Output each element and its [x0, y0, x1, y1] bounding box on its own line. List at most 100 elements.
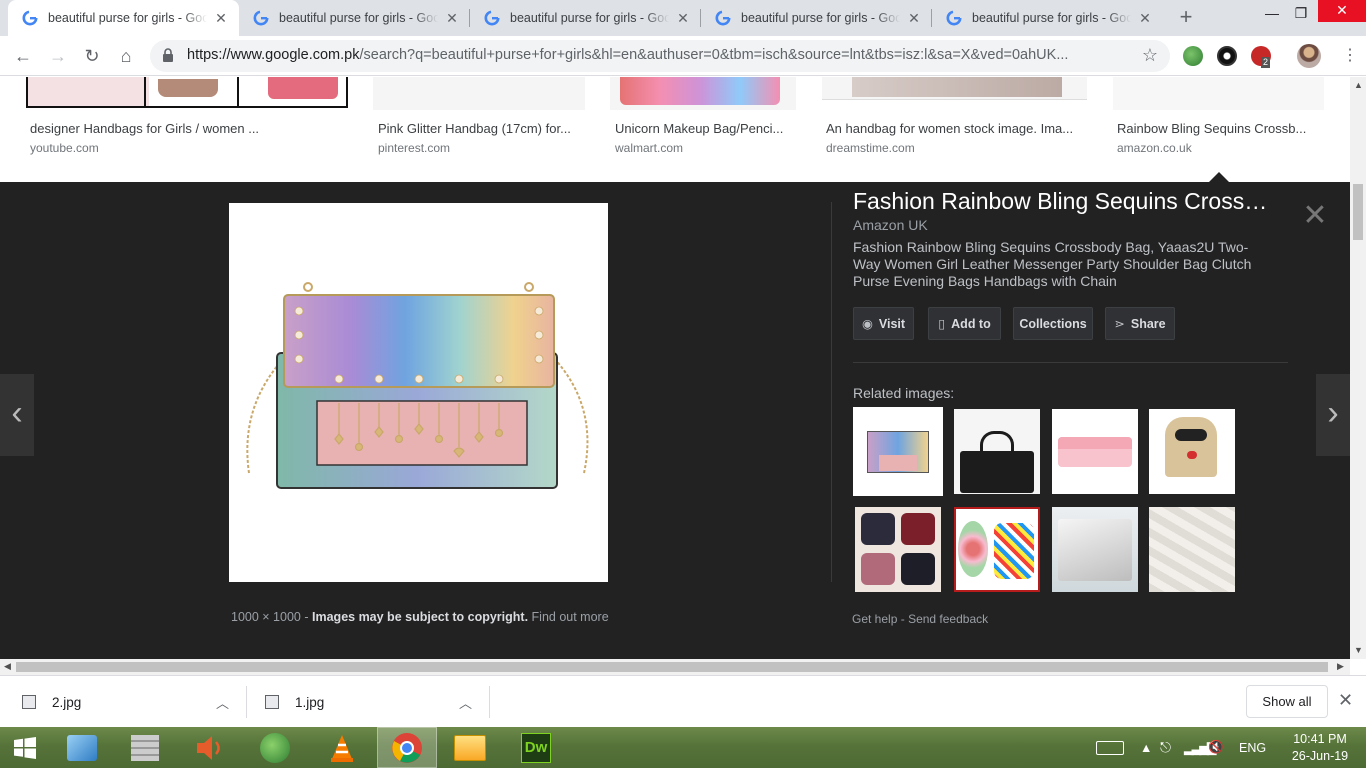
main-preview-image[interactable] [229, 203, 608, 582]
related-image[interactable] [1149, 507, 1235, 592]
chrome-taskbar-icon[interactable] [377, 727, 437, 768]
language-indicator[interactable]: ENG [1239, 727, 1266, 768]
download-separator [246, 686, 247, 718]
reload-icon[interactable]: ↻ [78, 42, 106, 70]
result-image[interactable] [822, 77, 1087, 110]
dreamweaver-icon[interactable]: Dw [506, 727, 566, 768]
tab-1[interactable]: beautiful purse for girls - Google Searc… [8, 0, 239, 36]
tab-title: beautiful purse for girls - Google Searc… [741, 11, 900, 25]
extension-globe-icon[interactable] [1183, 46, 1203, 66]
result-title[interactable]: Rainbow Bling Sequins Crossb... [1117, 121, 1306, 136]
download-item[interactable]: 2.jpg [22, 676, 242, 728]
tab-5[interactable]: beautiful purse for girls - Google Searc… [932, 0, 1163, 36]
horizontal-scrollbar[interactable]: ◀ ▶ [0, 659, 1350, 675]
download-shelf: 2.jpg ︿ 1.jpg ︿ Show all ✕ [0, 675, 1366, 727]
chevron-up-icon[interactable]: ︿ [216, 693, 229, 712]
show-hidden-icons-chevron-icon[interactable]: ▲ [1140, 727, 1152, 768]
taskbar-clock[interactable]: 10:41 PM 26-Jun-19 [1285, 731, 1355, 765]
menu-kebab-icon[interactable]: ⋮ [1336, 42, 1364, 70]
viewer-footer-links: Get help - Send feedback [852, 612, 988, 626]
tab-2[interactable]: beautiful purse for girls - Google Searc… [239, 0, 470, 36]
extension-camera-icon[interactable] [1217, 46, 1237, 66]
vertical-scrollbar[interactable]: ▲ ▼ [1350, 77, 1366, 659]
globe-icon: ◉ [861, 317, 873, 331]
vertical-scroll-thumb[interactable] [1353, 184, 1363, 240]
keyboard-icon[interactable] [1096, 727, 1124, 768]
image-source[interactable]: Amazon UK [853, 217, 928, 233]
tab-close-icon[interactable]: ✕ [444, 10, 460, 26]
result-source: pinterest.com [378, 141, 451, 155]
adblock-icon[interactable]: 2 [1251, 46, 1271, 68]
server-manager-icon[interactable] [115, 727, 175, 768]
related-image[interactable] [1052, 409, 1138, 494]
next-image-chevron-icon[interactable]: › [1316, 374, 1350, 456]
send-feedback-link[interactable]: Send feedback [908, 612, 988, 626]
google-icon [715, 10, 731, 26]
scroll-up-arrow-icon[interactable]: ▲ [1354, 80, 1363, 90]
result-image[interactable] [373, 77, 585, 110]
tab-close-icon[interactable]: ✕ [213, 10, 229, 26]
chevron-up-icon[interactable]: ︿ [459, 693, 472, 712]
tab-close-icon[interactable]: ✕ [675, 10, 691, 26]
horizontal-scroll-thumb[interactable] [16, 662, 1328, 672]
image-file-icon [22, 695, 36, 709]
previous-image-chevron-icon[interactable]: ‹ [0, 374, 34, 456]
scroll-right-arrow-icon[interactable]: ▶ [1337, 661, 1344, 672]
tab-close-icon[interactable]: ✕ [1137, 10, 1153, 26]
result-image[interactable] [610, 77, 796, 110]
tab-close-icon[interactable]: ✕ [906, 10, 922, 26]
related-image[interactable] [853, 407, 943, 496]
result-title[interactable]: designer Handbags for Girls / women ... [30, 121, 259, 136]
scroll-left-arrow-icon[interactable]: ◀ [4, 661, 11, 672]
visit-button[interactable]: ◉ Visit [853, 307, 914, 340]
related-image[interactable] [855, 507, 941, 592]
result-title[interactable]: An handbag for women stock image. Ima... [826, 121, 1073, 136]
result-image[interactable] [1113, 77, 1324, 110]
address-bar[interactable]: https://www.google.com.pk/search?q=beaut… [150, 40, 1170, 72]
close-viewer-icon[interactable]: ✕ [1302, 201, 1328, 231]
tab-3[interactable]: beautiful purse for girls - Google Searc… [470, 0, 701, 36]
control-panel-icon[interactable] [52, 727, 112, 768]
profile-avatar[interactable] [1297, 44, 1321, 68]
tab-4[interactable]: beautiful purse for girls - Google Searc… [701, 0, 932, 36]
back-arrow-icon[interactable]: ← [9, 42, 37, 70]
windows-taskbar: Dw ▲ ⎋ ▂▃▅▇ 🔇 ENG 10:41 PM 26-Jun-19 [0, 727, 1366, 768]
show-all-button[interactable]: Show all [1246, 685, 1328, 718]
close-shelf-icon[interactable]: ✕ [1338, 690, 1353, 711]
clock-date: 26-Jun-19 [1291, 749, 1349, 763]
related-image[interactable] [954, 409, 1040, 494]
bookmark-star-icon[interactable]: ☆ [1142, 45, 1158, 66]
add-to-button[interactable]: ▯ Add to [928, 307, 1001, 340]
result-source: amazon.co.uk [1117, 141, 1192, 155]
scroll-down-arrow-icon[interactable]: ▼ [1354, 645, 1363, 655]
close-window-button[interactable]: ✕ [1318, 0, 1366, 22]
lock-icon [163, 48, 173, 62]
start-windows-icon[interactable] [0, 727, 50, 768]
speaker-icon[interactable] [180, 727, 240, 768]
find-out-more-link[interactable]: Find out more [532, 610, 609, 624]
result-title[interactable]: Unicorn Makeup Bag/Penci... [615, 121, 783, 136]
image-title[interactable]: Fashion Rainbow Bling Sequins Crossbody … [853, 188, 1273, 215]
new-tab-button[interactable]: + [1174, 6, 1198, 30]
share-button[interactable]: ⋗ Share [1105, 307, 1175, 340]
forward-arrow-icon[interactable]: → [44, 42, 72, 70]
vlc-icon[interactable] [312, 727, 372, 768]
tab-title: beautiful purse for girls - Google Searc… [972, 11, 1131, 25]
result-title[interactable]: Pink Glitter Handbag (17cm) for... [378, 121, 571, 136]
tab-title: beautiful purse for girls - Google Searc… [510, 11, 669, 25]
result-image[interactable] [26, 77, 348, 108]
home-icon[interactable]: ⌂ [112, 42, 140, 70]
google-icon [22, 10, 38, 26]
download-separator [489, 686, 490, 718]
related-image[interactable] [1052, 507, 1138, 592]
sync-icon[interactable]: ⎋ [1160, 727, 1171, 768]
download-item[interactable]: 1.jpg [265, 676, 485, 728]
related-image[interactable] [954, 507, 1040, 592]
download-manager-icon[interactable] [245, 727, 305, 768]
muted-volume-icon[interactable]: 🔇 [1208, 727, 1224, 768]
related-image[interactable] [1149, 409, 1235, 494]
file-explorer-icon[interactable] [440, 727, 500, 768]
get-help-link[interactable]: Get help [852, 612, 897, 626]
url-host: https://www.google.com.pk [187, 47, 360, 63]
collections-button[interactable]: Collections [1013, 307, 1093, 340]
